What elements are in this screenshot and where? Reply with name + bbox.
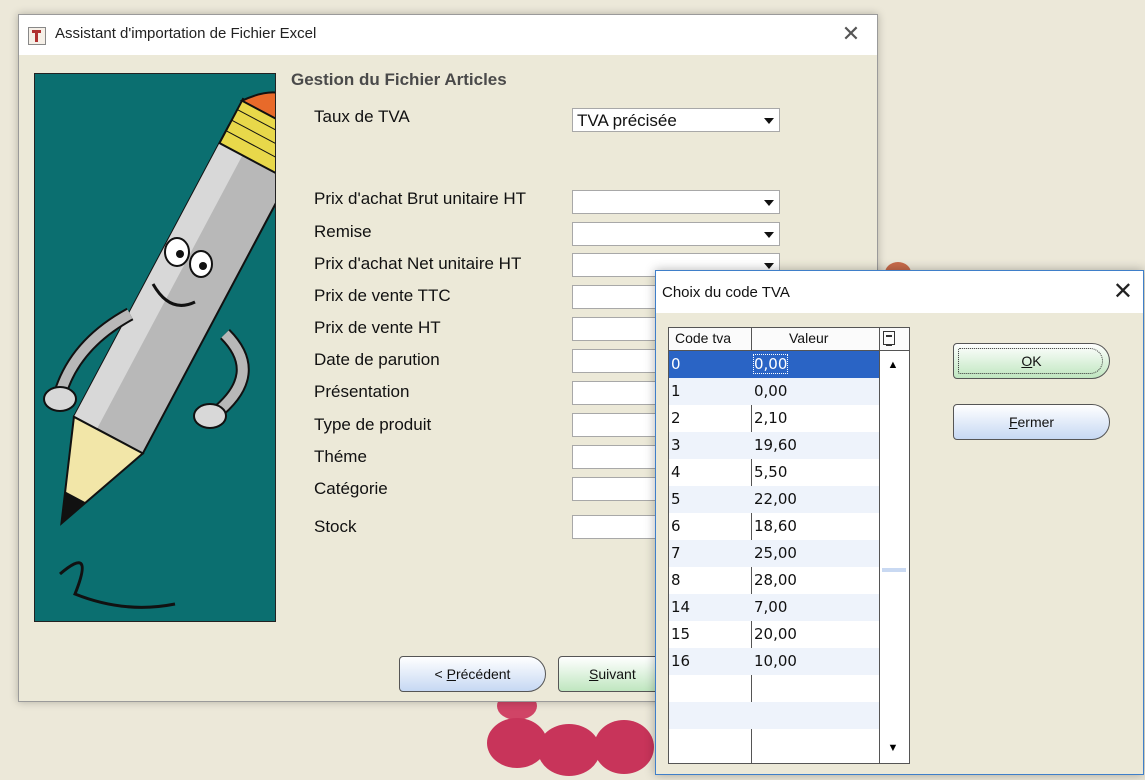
row-code: 8 <box>671 571 681 589</box>
row-code: 1 <box>671 382 681 400</box>
taux-tva-value: TVA précisée <box>577 111 677 130</box>
field-label-taux-tva: Taux de TVA <box>314 107 410 126</box>
pencil-illustration <box>34 73 276 622</box>
grid-rows: 0 0,00 1 0,00 2 2,10 3 19,60 4 5,50 5 22,00 61… <box>669 351 879 756</box>
table-row[interactable]: 4 5,50 <box>669 459 879 486</box>
row-code: 5 <box>671 490 681 508</box>
table-row[interactable]: 1 0,00 <box>669 378 879 405</box>
chevron-down-icon[interactable] <box>764 263 774 269</box>
table-row[interactable]: 0 0,00 <box>669 351 879 378</box>
app-icon <box>28 27 46 45</box>
grid-header: Code tva Valeur <box>669 328 909 351</box>
row-valeur: 0,00 <box>754 382 788 400</box>
remise-select[interactable] <box>572 222 780 246</box>
table-row[interactable]: 6 18,60 <box>669 513 879 540</box>
column-chooser-icon[interactable] <box>883 331 895 346</box>
scroll-up-arrow-icon[interactable]: ▲ <box>883 356 903 374</box>
previous-button-label: récédent <box>455 666 511 682</box>
ok-button[interactable]: OK <box>953 343 1110 379</box>
field-label-type-produit: Type de produit <box>314 415 432 434</box>
row-code: 6 <box>671 517 681 535</box>
scrollbar-thumb[interactable] <box>882 568 906 572</box>
field-label-date-parution: Date de parution <box>314 350 440 369</box>
row-code: 7 <box>671 544 681 562</box>
background-decoration <box>594 720 654 774</box>
row-valeur: 10,00 <box>754 652 797 670</box>
chevron-down-icon[interactable] <box>764 232 774 238</box>
close-button-label: ermer <box>1017 414 1055 430</box>
row-valeur: 28,00 <box>754 571 797 589</box>
table-row[interactable]: 15 20,00 <box>669 621 879 648</box>
row-code: 3 <box>671 436 681 454</box>
close-button[interactable]: Fermer <box>953 404 1110 440</box>
row-code: 2 <box>671 409 681 427</box>
focus-rectangle <box>958 348 1103 374</box>
row-code: 15 <box>671 625 691 643</box>
row-valeur: 7,00 <box>754 598 788 616</box>
scrollbar-divider <box>879 328 880 763</box>
wizard-titlebar: Assistant d'importation de Fichier Excel… <box>19 15 877 55</box>
section-title: Gestion du Fichier Articles <box>291 70 507 89</box>
table-row[interactable]: 8 28,00 <box>669 567 879 594</box>
wizard-title: Assistant d'importation de Fichier Excel <box>55 25 317 42</box>
previous-button-mnemonic: P <box>446 666 456 682</box>
prix-achat-brut-select[interactable] <box>572 190 780 214</box>
field-label-theme: Théme <box>314 447 367 466</box>
previous-button[interactable]: < Précédent <box>399 656 546 692</box>
background-decoration <box>538 724 600 776</box>
next-button-mnemonic: S <box>589 666 599 682</box>
empty-row <box>669 702 879 729</box>
tva-code-grid[interactable]: Code tva Valeur 0 0,00 1 0,00 2 2,10 3 19,60… <box>668 327 910 764</box>
field-label-presentation: Présentation <box>314 382 410 401</box>
chevron-down-icon[interactable] <box>764 200 774 206</box>
empty-row <box>669 675 879 702</box>
table-row[interactable]: 7 25,00 <box>669 540 879 567</box>
table-row[interactable]: 2 2,10 <box>669 405 879 432</box>
previous-button-prefix: < <box>434 666 447 682</box>
field-label-prix-vente-ht: Prix de vente HT <box>314 318 441 337</box>
field-label-prix-achat-net: Prix d'achat Net unitaire HT <box>314 254 522 273</box>
table-row[interactable]: 3 19,60 <box>669 432 879 459</box>
empty-row <box>669 729 879 756</box>
row-code: 16 <box>671 652 691 670</box>
row-valeur: 5,50 <box>754 463 788 481</box>
table-row[interactable]: 14 7,00 <box>669 594 879 621</box>
row-valeur: 18,60 <box>754 517 797 535</box>
dialog-title: Choix du code TVA <box>662 284 790 301</box>
next-button-label: uivant <box>598 666 636 682</box>
close-button-mnemonic: F <box>1008 414 1018 430</box>
row-valeur: 20,00 <box>754 625 797 643</box>
wizard-close-icon[interactable]: ✕ <box>835 19 867 49</box>
field-label-prix-achat-brut: Prix d'achat Brut unitaire HT <box>314 189 527 208</box>
tva-code-dialog: Choix du code TVA ✕ Code tva Valeur 0 0,0… <box>655 270 1144 775</box>
field-label-remise: Remise <box>314 222 372 241</box>
field-label-prix-vente-ttc: Prix de vente TTC <box>314 286 451 305</box>
row-valeur: 2,10 <box>754 409 788 427</box>
taux-tva-select[interactable]: TVA précisée <box>572 108 780 132</box>
row-code: 14 <box>671 598 691 616</box>
row-code: 0 <box>671 355 681 373</box>
row-valeur: 0,00 <box>752 354 789 374</box>
table-row[interactable]: 16 10,00 <box>669 648 879 675</box>
row-valeur: 25,00 <box>754 544 797 562</box>
column-header-valeur[interactable]: Valeur <box>789 330 828 346</box>
row-valeur: 19,60 <box>754 436 797 454</box>
row-code: 4 <box>671 463 681 481</box>
scroll-down-arrow-icon[interactable]: ▼ <box>883 739 903 757</box>
chevron-down-icon[interactable] <box>764 118 774 124</box>
dialog-close-icon[interactable]: ✕ <box>1113 277 1133 307</box>
pencil-cartoon-icon <box>43 91 275 609</box>
row-valeur: 22,00 <box>754 490 797 508</box>
column-header-code[interactable]: Code tva <box>675 330 731 346</box>
field-label-stock: Stock <box>314 517 357 536</box>
table-row[interactable]: 5 22,00 <box>669 486 879 513</box>
field-label-categorie: Catégorie <box>314 479 388 498</box>
dialog-titlebar: Choix du code TVA ✕ <box>656 271 1143 313</box>
